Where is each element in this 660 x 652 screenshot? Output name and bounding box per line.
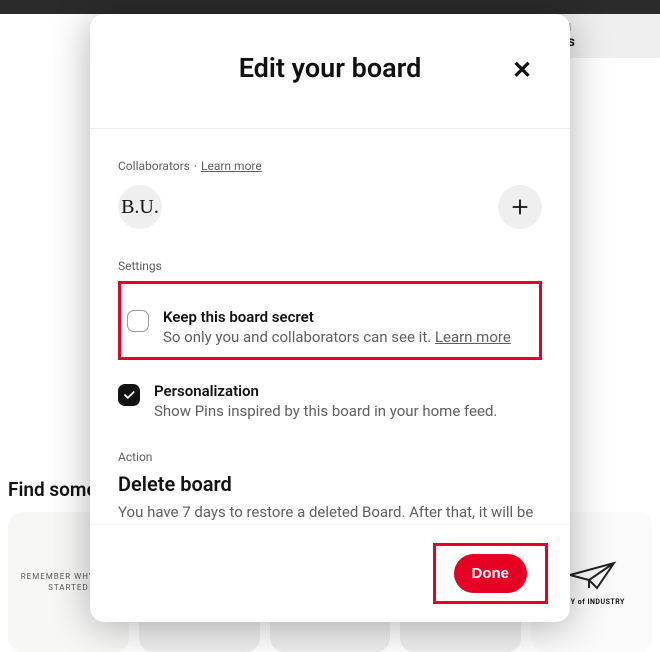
input-bottom-edge	[130, 128, 530, 129]
modal-header: Edit your board ✕	[90, 14, 570, 128]
modal-footer: Done	[90, 524, 570, 622]
delete-board-heading[interactable]: Delete board	[118, 472, 542, 496]
modal-overlay: Edit your board ✕ Collaborators · Learn …	[0, 0, 660, 645]
done-highlight: Done	[433, 543, 549, 604]
collaborators-row: B.U.	[118, 185, 542, 229]
secret-setting-row: Keep this board secret So only you and c…	[127, 308, 531, 347]
done-button[interactable]: Done	[454, 554, 528, 593]
add-collaborator-button[interactable]	[498, 185, 542, 229]
plus-icon	[509, 196, 531, 218]
separator: ·	[194, 159, 197, 173]
collaborators-label: Collaborators	[118, 159, 190, 173]
delete-board-desc: You have 7 days to restore a deleted Boa…	[118, 502, 542, 525]
modal-title: Edit your board	[114, 52, 546, 84]
action-label: Action	[118, 450, 542, 464]
collaborators-learn-more-link[interactable]: Learn more	[201, 159, 262, 173]
secret-title: Keep this board secret	[163, 308, 511, 326]
avatar[interactable]: B.U.	[118, 185, 162, 229]
modal-body[interactable]: Collaborators · Learn more B.U. Settings…	[90, 128, 570, 524]
close-button[interactable]: ✕	[502, 50, 542, 90]
settings-label: Settings	[118, 259, 542, 273]
edit-board-modal: Edit your board ✕ Collaborators · Learn …	[90, 14, 570, 622]
secret-checkbox[interactable]	[127, 310, 149, 332]
check-icon	[122, 388, 136, 402]
personalization-checkbox[interactable]	[118, 384, 140, 406]
secret-desc-text: So only you and collaborators can see it…	[163, 328, 435, 346]
personalization-desc: Show Pins inspired by this board in your…	[154, 401, 497, 421]
avatar-initials: B.U.	[121, 196, 159, 219]
close-icon: ✕	[512, 56, 532, 84]
personalization-title: Personalization	[154, 382, 497, 400]
personalization-setting-row: Personalization Show Pins inspired by th…	[118, 382, 542, 421]
secret-setting-highlight: Keep this board secret So only you and c…	[118, 281, 542, 360]
collaborators-label-row: Collaborators · Learn more	[118, 159, 542, 173]
secret-learn-more-link[interactable]: Learn more	[435, 328, 511, 346]
secret-desc: So only you and collaborators can see it…	[163, 327, 511, 347]
